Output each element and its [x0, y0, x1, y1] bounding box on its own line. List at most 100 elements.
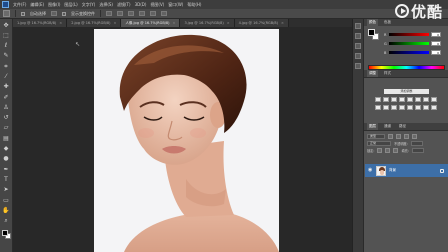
red-slider[interactable]: R 0	[384, 31, 446, 38]
lasso-tool-icon[interactable]: ℓ	[3, 43, 10, 50]
move-tool-preset-icon[interactable]	[3, 10, 10, 17]
auto-select-target-dropdown[interactable]	[51, 11, 57, 16]
menu-window[interactable]: 窗口(W)	[168, 2, 183, 8]
lock-position-icon[interactable]	[385, 148, 391, 153]
posterize-icon[interactable]	[407, 105, 413, 110]
menu-3d[interactable]: 3D(D)	[135, 2, 147, 7]
red-track[interactable]	[389, 33, 429, 36]
menu-file[interactable]: 文件(F)	[13, 2, 26, 8]
close-icon[interactable]: ×	[281, 21, 284, 25]
menu-layer[interactable]: 图层(L)	[64, 2, 77, 8]
pen-tool-icon[interactable]: ✒	[3, 166, 10, 173]
paragraph-panel-icon[interactable]	[355, 63, 361, 69]
align-right-button[interactable]	[161, 11, 167, 16]
red-value-field[interactable]: 0	[431, 32, 441, 37]
levels-icon[interactable]	[383, 97, 389, 102]
close-icon[interactable]: ×	[114, 21, 117, 25]
canvas-workspace[interactable]: ↖	[13, 27, 352, 252]
hand-tool-icon[interactable]: ✋	[2, 207, 9, 214]
marquee-tool-icon[interactable]: ⬚	[3, 32, 10, 39]
tab-styles[interactable]: 样式	[382, 71, 393, 76]
document-canvas[interactable]	[94, 29, 279, 252]
document-tab[interactable]: 3.jpg @ 16.7%(RGB/8) ×	[180, 19, 235, 27]
move-tool-icon[interactable]: ✥	[3, 22, 10, 29]
tab-color[interactable]: 颜色	[367, 19, 378, 26]
green-track[interactable]	[389, 42, 429, 45]
blur-tool-icon[interactable]: ◆	[3, 146, 10, 153]
exposure-icon[interactable]	[399, 97, 405, 102]
filter-pixel-icon[interactable]	[388, 134, 393, 139]
crop-tool-icon[interactable]: ⌗	[3, 63, 10, 70]
gradient-map-icon[interactable]	[423, 105, 429, 110]
tab-channels[interactable]: 通道	[382, 124, 393, 129]
eye-icon[interactable]: ◉	[368, 168, 373, 173]
type-tool-icon[interactable]: T	[3, 176, 10, 183]
tab-paths[interactable]: 路径	[397, 124, 408, 129]
opacity-field[interactable]	[410, 141, 423, 146]
channel-mixer-icon[interactable]	[383, 105, 389, 110]
blue-track[interactable]	[389, 51, 429, 54]
black-white-icon[interactable]	[431, 97, 437, 102]
document-tab[interactable]: 2.jpg @ 16.7%(RGB/8) ×	[67, 19, 122, 27]
hue-saturation-icon[interactable]	[415, 97, 421, 102]
lock-pixels-icon[interactable]	[377, 148, 383, 153]
zoom-tool-icon[interactable]: ⌕	[3, 218, 10, 225]
path-select-tool-icon[interactable]: ➤	[3, 187, 10, 194]
menu-type[interactable]: 文字(Y)	[82, 2, 96, 8]
filter-shape-icon[interactable]	[412, 134, 417, 139]
character-panel-icon[interactable]	[355, 53, 361, 59]
green-slider[interactable]: G 0	[384, 40, 446, 47]
color-swatches[interactable]	[1, 229, 11, 239]
actions-panel-icon[interactable]	[355, 33, 361, 39]
menu-help[interactable]: 帮助(H)	[187, 2, 201, 8]
filter-type-icon[interactable]	[404, 134, 409, 139]
fill-field[interactable]	[411, 148, 424, 153]
close-icon[interactable]: ×	[173, 21, 176, 25]
invert-icon[interactable]	[399, 105, 405, 110]
layer-name[interactable]: 背景	[389, 168, 437, 173]
threshold-icon[interactable]	[415, 105, 421, 110]
show-transform-checkbox[interactable]	[62, 11, 66, 16]
foreground-color-swatch[interactable]	[368, 29, 375, 36]
gradient-tool-icon[interactable]: ▤	[3, 135, 10, 142]
menu-image[interactable]: 图像(I)	[48, 2, 60, 8]
curves-icon[interactable]	[391, 97, 397, 102]
auto-select-checkbox[interactable]	[21, 11, 25, 16]
eraser-tool-icon[interactable]: ▱	[3, 125, 10, 132]
selective-color-icon[interactable]	[431, 105, 437, 110]
menu-view[interactable]: 视图(V)	[150, 2, 164, 8]
align-left-button[interactable]	[139, 11, 145, 16]
align-middle-button[interactable]	[117, 11, 123, 16]
green-value-field[interactable]: 0	[431, 41, 441, 46]
history-panel-icon[interactable]	[355, 23, 361, 29]
vibrance-icon[interactable]	[407, 97, 413, 102]
layer-kind-filter[interactable]: 类型	[367, 134, 385, 139]
blue-slider[interactable]: B 0	[384, 49, 446, 56]
history-brush-tool-icon[interactable]: ↺	[3, 115, 10, 122]
color-panel-swatches[interactable]	[368, 29, 379, 40]
menu-select[interactable]: 选择(S)	[99, 2, 113, 8]
menu-edit[interactable]: 编辑(E)	[30, 2, 44, 8]
color-spectrum-ramp[interactable]	[368, 65, 445, 70]
photo-filter-icon[interactable]	[375, 105, 381, 110]
tab-adjustments[interactable]: 调整	[367, 70, 378, 77]
align-top-button[interactable]	[106, 11, 112, 16]
brightness-contrast-icon[interactable]	[375, 97, 381, 102]
align-bottom-button[interactable]	[128, 11, 134, 16]
document-tab[interactable]: 1.jpg @ 16.7%(RGB/8) ×	[13, 19, 68, 27]
color-lookup-icon[interactable]	[391, 105, 397, 110]
filter-adjustment-icon[interactable]	[396, 134, 401, 139]
dodge-tool-icon[interactable]: ●	[3, 156, 10, 163]
color-balance-icon[interactable]	[423, 97, 429, 102]
quick-select-tool-icon[interactable]: ✎	[3, 53, 10, 60]
shape-tool-icon[interactable]: ▭	[3, 197, 10, 204]
document-tab-active[interactable]: 人像.jpg @ 16.7%(RGB/8) ×	[121, 19, 181, 27]
healing-brush-tool-icon[interactable]: ✚	[3, 84, 10, 91]
brush-tool-icon[interactable]: ✐	[3, 94, 10, 101]
properties-panel-icon[interactable]	[355, 43, 361, 49]
clone-stamp-tool-icon[interactable]: ♙	[3, 104, 10, 111]
eyedropper-tool-icon[interactable]: ⁄	[3, 73, 10, 80]
close-icon[interactable]: ×	[227, 21, 230, 25]
foreground-color-swatch[interactable]	[1, 229, 8, 236]
blue-value-field[interactable]: 0	[431, 50, 441, 55]
